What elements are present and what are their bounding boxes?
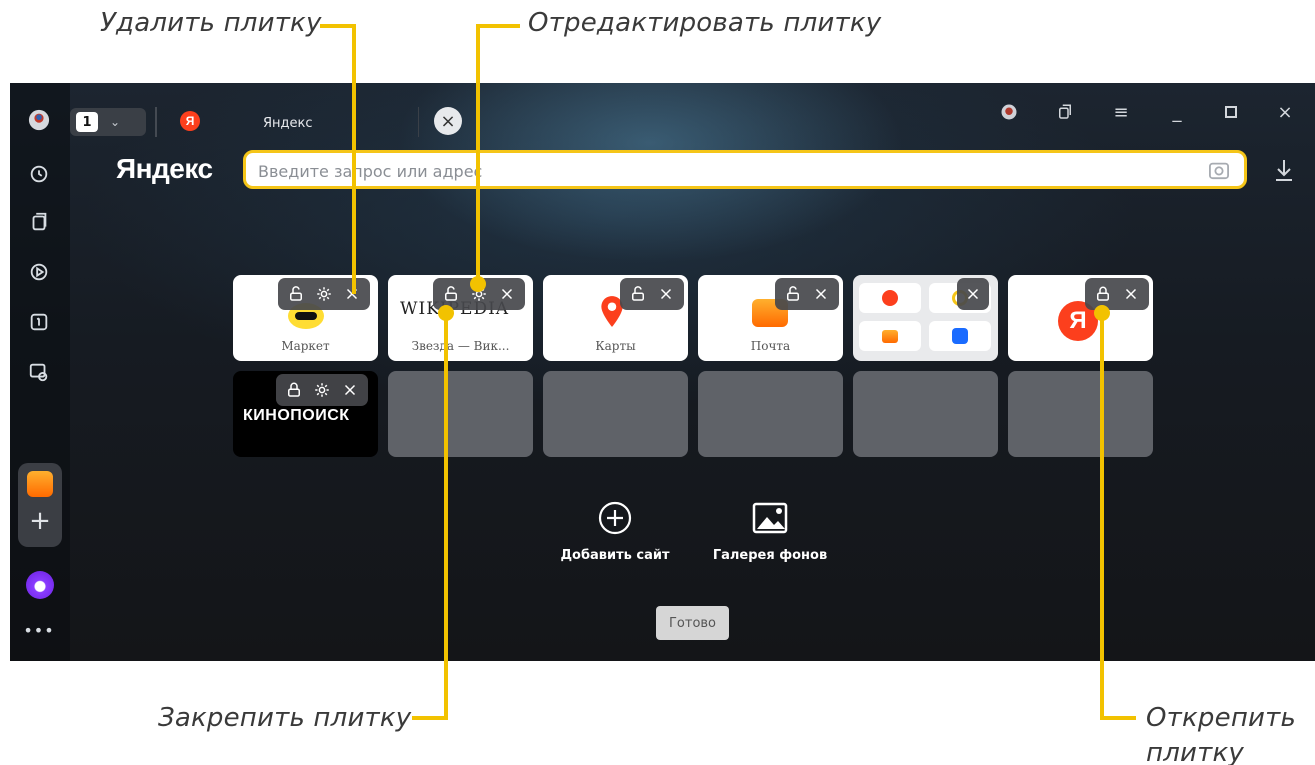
empty-tile[interactable] (543, 371, 688, 457)
tile-label: Почта (750, 339, 791, 353)
profile-avatar[interactable] (24, 105, 54, 135)
close-icon[interactable] (493, 280, 521, 308)
yandex-icon (882, 290, 898, 306)
add-site-label: Добавить сайт (560, 548, 670, 563)
collections-icon[interactable] (24, 207, 54, 237)
gear-icon[interactable] (310, 280, 338, 308)
image-icon (752, 502, 788, 534)
bookmarks-icon[interactable] (1050, 99, 1080, 125)
profile-mini-avatar[interactable] (994, 99, 1024, 125)
tile-controls (775, 278, 839, 310)
gallery-button[interactable]: Галерея фонов (700, 498, 840, 568)
more-icon[interactable]: ••• (23, 615, 54, 645)
tile-label: Звезда — Вик... (411, 339, 510, 353)
yandex-logo[interactable]: Яндекс (116, 153, 213, 185)
empty-tile[interactable] (853, 371, 998, 457)
callout-line-edit (476, 24, 520, 28)
sidebar: + ••• (10, 83, 70, 661)
callout-line-unpin (1100, 716, 1136, 720)
callout-dot-edit (470, 276, 486, 292)
close-window-icon[interactable]: × (1270, 99, 1300, 125)
callout-line-pin-v (444, 312, 448, 720)
tile-group[interactable] (853, 275, 998, 361)
callout-delete-tile: Удалить плитку (100, 8, 322, 38)
group-item-4[interactable] (929, 321, 991, 351)
tile-yandex[interactable]: Я (1008, 275, 1153, 361)
kinopoisk-logo: КИНОПОИСК (243, 407, 350, 424)
history-icon[interactable] (24, 159, 54, 189)
callout-dot-unpin (1094, 305, 1110, 321)
search-bar[interactable] (243, 150, 1247, 189)
tab-count-badge: 1 (76, 112, 98, 132)
unlock-icon[interactable] (779, 280, 807, 308)
callout-line-pin (412, 716, 448, 720)
close-icon[interactable] (652, 280, 680, 308)
tile-label: Карты (595, 339, 636, 353)
messenger-icon (952, 328, 968, 344)
mail-icon (882, 329, 898, 343)
callout-unpin-tile-2: плитку (1146, 738, 1244, 765)
close-icon[interactable] (959, 280, 987, 308)
tab-divider (155, 107, 157, 137)
gear-icon[interactable] (308, 376, 336, 404)
tile-controls (620, 278, 684, 310)
browser-window: + ••• 1 ⌄ Я Яндекс × ≡ _ × Яндекс Маркет (10, 83, 1315, 661)
add-site-button[interactable]: Добавить сайт (555, 498, 675, 568)
callout-dot-pin (438, 305, 454, 321)
search-input[interactable] (258, 159, 1178, 183)
maximize-icon[interactable] (1216, 99, 1246, 125)
tile-controls (276, 374, 368, 406)
tab-title[interactable]: Яндекс (263, 116, 313, 131)
close-icon[interactable] (1117, 280, 1145, 308)
callout-line-delete (320, 24, 356, 28)
download-icon[interactable] (1272, 157, 1296, 183)
empty-tile[interactable] (388, 371, 533, 457)
group-item-yandex[interactable] (859, 283, 921, 313)
tile-controls (278, 278, 370, 310)
menu-icon[interactable]: ≡ (1106, 99, 1136, 125)
callout-edit-tile: Отредактировать плитку (528, 8, 882, 38)
mail-app-icon[interactable] (27, 471, 53, 497)
tile-controls (1085, 278, 1149, 310)
tile-mail[interactable]: Почта (698, 275, 843, 361)
callout-unpin-tile-1: Открепить (1146, 703, 1296, 733)
close-icon[interactable] (336, 376, 364, 404)
unlock-icon[interactable] (437, 280, 465, 308)
sidebar-apps-panel: + (18, 463, 62, 547)
yandex-tab-icon[interactable]: Я (180, 111, 200, 131)
tab-divider-2 (418, 107, 419, 137)
alice-icon[interactable] (26, 571, 54, 599)
tabs-counter-icon[interactable] (24, 307, 54, 337)
lock-icon[interactable] (1089, 280, 1117, 308)
callout-line-unpin-v (1100, 312, 1104, 720)
tile-kinopoisk[interactable]: КИНОПОИСК (233, 371, 378, 457)
screenshot-icon[interactable] (24, 357, 54, 387)
add-app-icon[interactable]: + (27, 508, 53, 535)
lock-icon[interactable] (280, 376, 308, 404)
empty-tile[interactable] (698, 371, 843, 457)
plus-circle-icon (598, 501, 632, 535)
unlock-icon[interactable] (624, 280, 652, 308)
camera-search-icon[interactable] (1208, 160, 1230, 180)
gallery-label: Галерея фонов (712, 548, 828, 563)
video-icon[interactable] (24, 257, 54, 287)
group-item-mail[interactable] (859, 321, 921, 351)
minimize-icon[interactable]: _ (1162, 99, 1192, 125)
tile-label: Маркет (281, 339, 330, 353)
close-tab-icon[interactable]: × (434, 107, 462, 135)
tile-controls (957, 278, 989, 310)
tabs-switcher[interactable]: 1 ⌄ (70, 108, 146, 136)
tile-maps[interactable]: Карты (543, 275, 688, 361)
unlock-icon[interactable] (282, 280, 310, 308)
tile-market[interactable]: Маркет (233, 275, 378, 361)
callout-line-edit-v (476, 24, 480, 284)
close-icon[interactable] (807, 280, 835, 308)
done-button[interactable]: Готово (656, 606, 729, 640)
callout-pin-tile: Закрепить плитку (158, 703, 412, 733)
callout-line-delete-v (352, 24, 356, 294)
tile-wikipedia[interactable]: WIKIPEDIA Звезда — Вик... (388, 275, 533, 361)
empty-tile[interactable] (1008, 371, 1153, 457)
chevron-down-icon: ⌄ (110, 115, 121, 129)
